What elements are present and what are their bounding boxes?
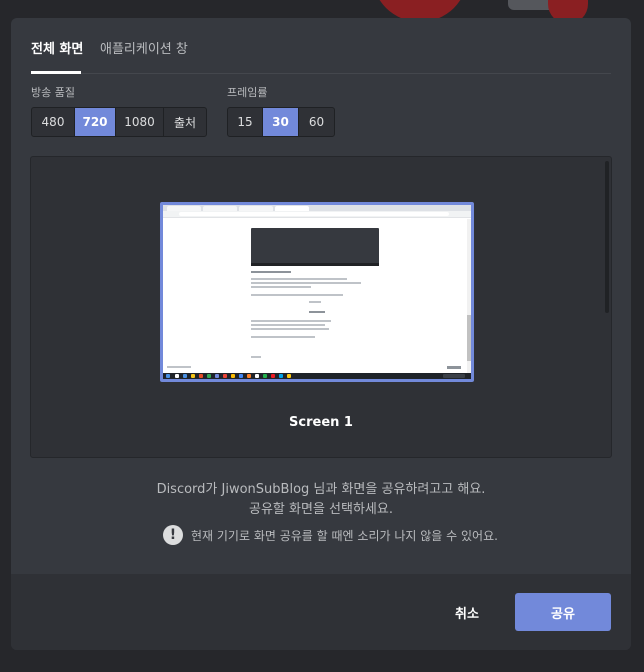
thumbnail-text-line <box>309 311 325 313</box>
thumbnail-taskbar-icon <box>199 374 203 378</box>
thumbnail-taskbar-tray <box>443 374 465 378</box>
active-tab-indicator <box>31 71 81 74</box>
thumbnail-address-bar <box>163 211 471 218</box>
cancel-button[interactable]: 취소 <box>439 593 495 631</box>
framerate-label: 프레임률 <box>227 86 268 99</box>
tab-entire-screen[interactable]: 전체 화면 <box>31 38 83 57</box>
quality-option-720[interactable]: 720 <box>75 108 116 136</box>
thumbnail-text-line <box>251 286 311 288</box>
thumbnail-text-line <box>251 278 347 280</box>
thumbnail-taskbar-icon <box>191 374 195 378</box>
screen-thumbnail[interactable] <box>160 202 474 382</box>
share-button[interactable]: 공유 <box>515 593 611 631</box>
screen-name-label: Screen 1 <box>289 415 353 430</box>
quality-option-1080[interactable]: 1080 <box>116 108 164 136</box>
quality-selector: 480 720 1080 출처 <box>31 107 207 137</box>
quality-option-source[interactable]: 출처 <box>164 108 206 136</box>
thumbnail-taskbar-icon <box>183 374 187 378</box>
thumbnail-text-line <box>309 301 321 303</box>
thumbnail-taskbar-icon <box>215 374 219 378</box>
thumbnail-taskbar-icon <box>247 374 251 378</box>
thumbnail-text-line <box>251 271 291 273</box>
framerate-option-60[interactable]: 60 <box>299 108 334 136</box>
thumbnail-text-line <box>167 366 191 368</box>
quality-option-480[interactable]: 480 <box>32 108 75 136</box>
exclamation-icon: ! <box>163 525 183 545</box>
thumbnail-taskbar-icon <box>207 374 211 378</box>
thumbnail-taskbar-icon <box>223 374 227 378</box>
thumbnail-scrollbar-thumb <box>467 315 471 361</box>
framerate-option-15[interactable]: 15 <box>228 108 263 136</box>
preview-scrollbar[interactable] <box>605 161 609 313</box>
thumbnail-video-player <box>251 228 379 266</box>
audio-warning-text: 현재 기기로 화면 공유를 할 때엔 소리가 나지 않을 수 있어요. <box>191 528 498 543</box>
source-tabs: 전체 화면 애플리케이션 창 <box>31 18 611 74</box>
modal-footer: 취소 공유 <box>11 574 631 650</box>
tab-application-window[interactable]: 애플리케이션 창 <box>100 38 188 57</box>
thumbnail-text-line <box>251 336 315 338</box>
framerate-option-30[interactable]: 30 <box>263 108 299 136</box>
thumbnail-taskbar-icon <box>255 374 259 378</box>
thumbnail-text-line <box>251 294 343 296</box>
screen-preview-panel: Screen 1 <box>30 156 612 458</box>
thumbnail-taskbar-icon <box>271 374 275 378</box>
thumbnail-scrollbar <box>467 219 471 373</box>
framerate-selector: 15 30 60 <box>227 107 335 137</box>
thumbnail-taskbar-icon <box>175 374 179 378</box>
screen-share-modal: 전체 화면 애플리케이션 창 방송 품질 480 720 1080 출처 프레임… <box>11 18 631 650</box>
thumbnail-taskbar <box>163 373 471 379</box>
thumbnail-taskbar-icon <box>166 374 170 378</box>
thumbnail-taskbar-icon <box>231 374 235 378</box>
thumbnail-taskbar-icon <box>279 374 283 378</box>
share-request-message: Discord가 JiwonSubBlog 님과 화면을 공유하려고고 해요. <box>156 482 486 497</box>
select-screen-prompt: 공유할 화면을 선택하세요. <box>249 502 393 517</box>
thumbnail-taskbar-icon <box>287 374 291 378</box>
thumbnail-address-field <box>179 212 449 216</box>
thumbnail-taskbar-icon <box>239 374 243 378</box>
thumbnail-text-line <box>251 282 361 284</box>
audio-warning: ! 현재 기기로 화면 공유를 할 때엔 소리가 나지 않을 수 있어요. <box>163 524 498 546</box>
thumbnail-text-line <box>447 366 461 369</box>
thumbnail-text-line <box>251 356 261 358</box>
thumbnail-text-line <box>251 328 329 330</box>
thumbnail-video-controls <box>251 263 379 266</box>
quality-label: 방송 품질 <box>31 86 75 99</box>
thumbnail-text-line <box>251 320 331 322</box>
thumbnail-text-line <box>251 324 325 326</box>
thumbnail-taskbar-icon <box>263 374 267 378</box>
